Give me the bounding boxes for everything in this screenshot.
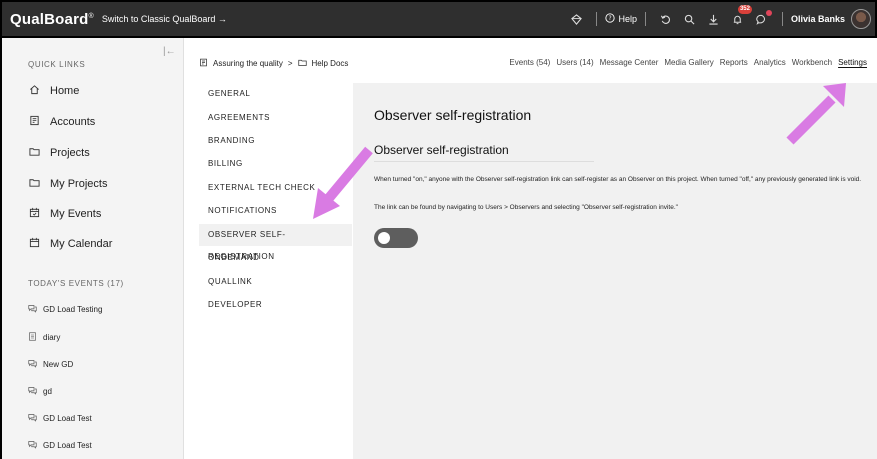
tab-analytics[interactable]: Analytics [754,58,786,67]
tab-users[interactable]: Users (14) [556,58,593,67]
bell-icon[interactable]: 352 [726,5,752,29]
breadcrumb-separator: > [287,59,293,68]
event-label: diary [43,333,61,342]
home-icon [28,84,40,98]
breadcrumb: Assuring the quality > Help Docs [199,58,348,69]
settings-menu-observer-self-registration[interactable]: OBSERVER SELF-REGISTRATION [199,224,352,261]
project-tabs: Events (54) Users (14) Message Center Me… [509,58,867,67]
divider [781,12,783,26]
accounts-icon [28,115,40,129]
refresh-icon[interactable] [654,9,678,29]
sidebar-item-projects[interactable]: Projects [28,146,90,160]
event-item[interactable]: GD Load Testing [28,304,102,315]
section-note: The link can be found by navigating to U… [374,204,678,211]
event-label: New GD [43,360,74,369]
avatar[interactable] [851,9,871,29]
breadcrumb-project[interactable]: Help Docs [312,59,349,68]
settings-menu-agreements[interactable]: AGREEMENTS [199,107,352,129]
sidebar-item-label: My Events [50,208,102,220]
folder-icon [28,146,40,160]
chat-bubbles-icon [28,386,37,397]
event-label: GD Load Testing [43,305,103,314]
settings-menu-billing[interactable]: BILLING [199,153,352,175]
tab-workbench[interactable]: Workbench [792,58,832,67]
event-item[interactable]: GD Load Test [28,440,92,451]
tab-media-gallery[interactable]: Media Gallery [664,58,713,67]
chat-bubbles-icon [28,304,37,315]
settings-menu-ondemand[interactable]: ONDEMAND [199,247,352,269]
sidebar-item-accounts[interactable]: Accounts [28,115,95,129]
quick-links-title: QUICK LINKS [28,60,86,69]
calendar-check-icon [28,207,40,221]
section-description: When turned "on," anyone with the Observ… [374,176,862,183]
event-label: GD Load Test [43,414,92,423]
svg-text:?: ? [609,16,612,22]
switch-to-classic-link[interactable]: Switch to Classic QualBoard → [102,14,227,24]
divider [596,12,598,26]
chat-unread-dot [765,10,772,16]
user-name[interactable]: Olivia Banks [791,14,845,24]
folder-icon [28,177,40,191]
settings-content-panel: Observer self-registration Observer self… [353,83,877,459]
diamond-icon[interactable] [564,9,588,29]
settings-menu-developer[interactable]: DEVELOPER [199,294,352,316]
chat-icon[interactable] [750,9,774,29]
sidebar-item-label: My Calendar [50,238,113,250]
chat-bubbles-icon [28,359,37,370]
tab-reports[interactable]: Reports [720,58,748,67]
brand-name: QualBoard [10,10,89,28]
observer-self-registration-toggle[interactable] [374,228,418,248]
collapse-sidebar-icon[interactable]: |← [163,46,176,57]
settings-menu-general[interactable]: GENERAL [199,83,352,105]
tab-settings[interactable]: Settings [838,58,867,67]
accounts-icon [199,58,208,69]
event-item[interactable]: New GD [28,359,73,370]
calendar-icon [28,237,40,251]
download-icon[interactable] [702,9,726,29]
chat-bubbles-icon [28,440,37,451]
event-label: GD Load Test [43,441,92,450]
qualboard-logo[interactable]: QualBoard® [10,11,94,28]
diary-icon [28,332,37,343]
sidebar: |← QUICK LINKS Home Accounts Projects My… [0,38,184,459]
event-item[interactable]: diary [28,332,60,343]
event-label: gd [43,387,52,396]
sidebar-item-my-calendar[interactable]: My Calendar [28,237,112,251]
settings-menu-branding[interactable]: BRANDING [199,130,352,152]
brand-mark: ® [88,12,94,20]
search-icon[interactable] [678,9,702,29]
settings-menu-notifications[interactable]: NOTIFICATIONS [199,200,352,222]
sidebar-item-label: Accounts [50,116,96,128]
event-item[interactable]: gd [28,386,52,397]
todays-events-title: TODAY'S EVENTS (17) [28,279,124,288]
divider [644,12,646,26]
help-label: Help [618,14,637,24]
folder-icon [297,58,307,69]
toggle-knob [378,232,390,244]
help-button[interactable]: ? Help [605,13,637,25]
settings-menu-external-tech-check[interactable]: EXTERNAL TECH CHECK [199,177,352,199]
sidebar-item-my-projects[interactable]: My Projects [28,177,107,191]
top-bar-actions: ? Help 352 Olivia Banks [564,2,871,36]
sidebar-item-my-events[interactable]: My Events [28,207,101,221]
divider [374,161,594,162]
help-icon: ? [605,13,616,25]
sidebar-item-label: Projects [50,147,90,159]
tab-message-center[interactable]: Message Center [600,58,659,67]
chat-bubbles-icon [28,413,37,424]
event-item[interactable]: GD Load Test [28,413,92,424]
sidebar-item-home[interactable]: Home [28,84,79,98]
top-bar: QualBoard® Switch to Classic QualBoard →… [0,0,877,38]
breadcrumb-account[interactable]: Assuring the quality [213,59,283,68]
page-title: Observer self-registration [374,107,532,123]
settings-menu-quallink[interactable]: QUALLINK [199,271,352,293]
section-title: Observer self-registration [374,143,509,157]
sidebar-item-label: Home [50,85,80,97]
tab-events[interactable]: Events (54) [509,58,550,67]
sidebar-item-label: My Projects [50,178,108,190]
